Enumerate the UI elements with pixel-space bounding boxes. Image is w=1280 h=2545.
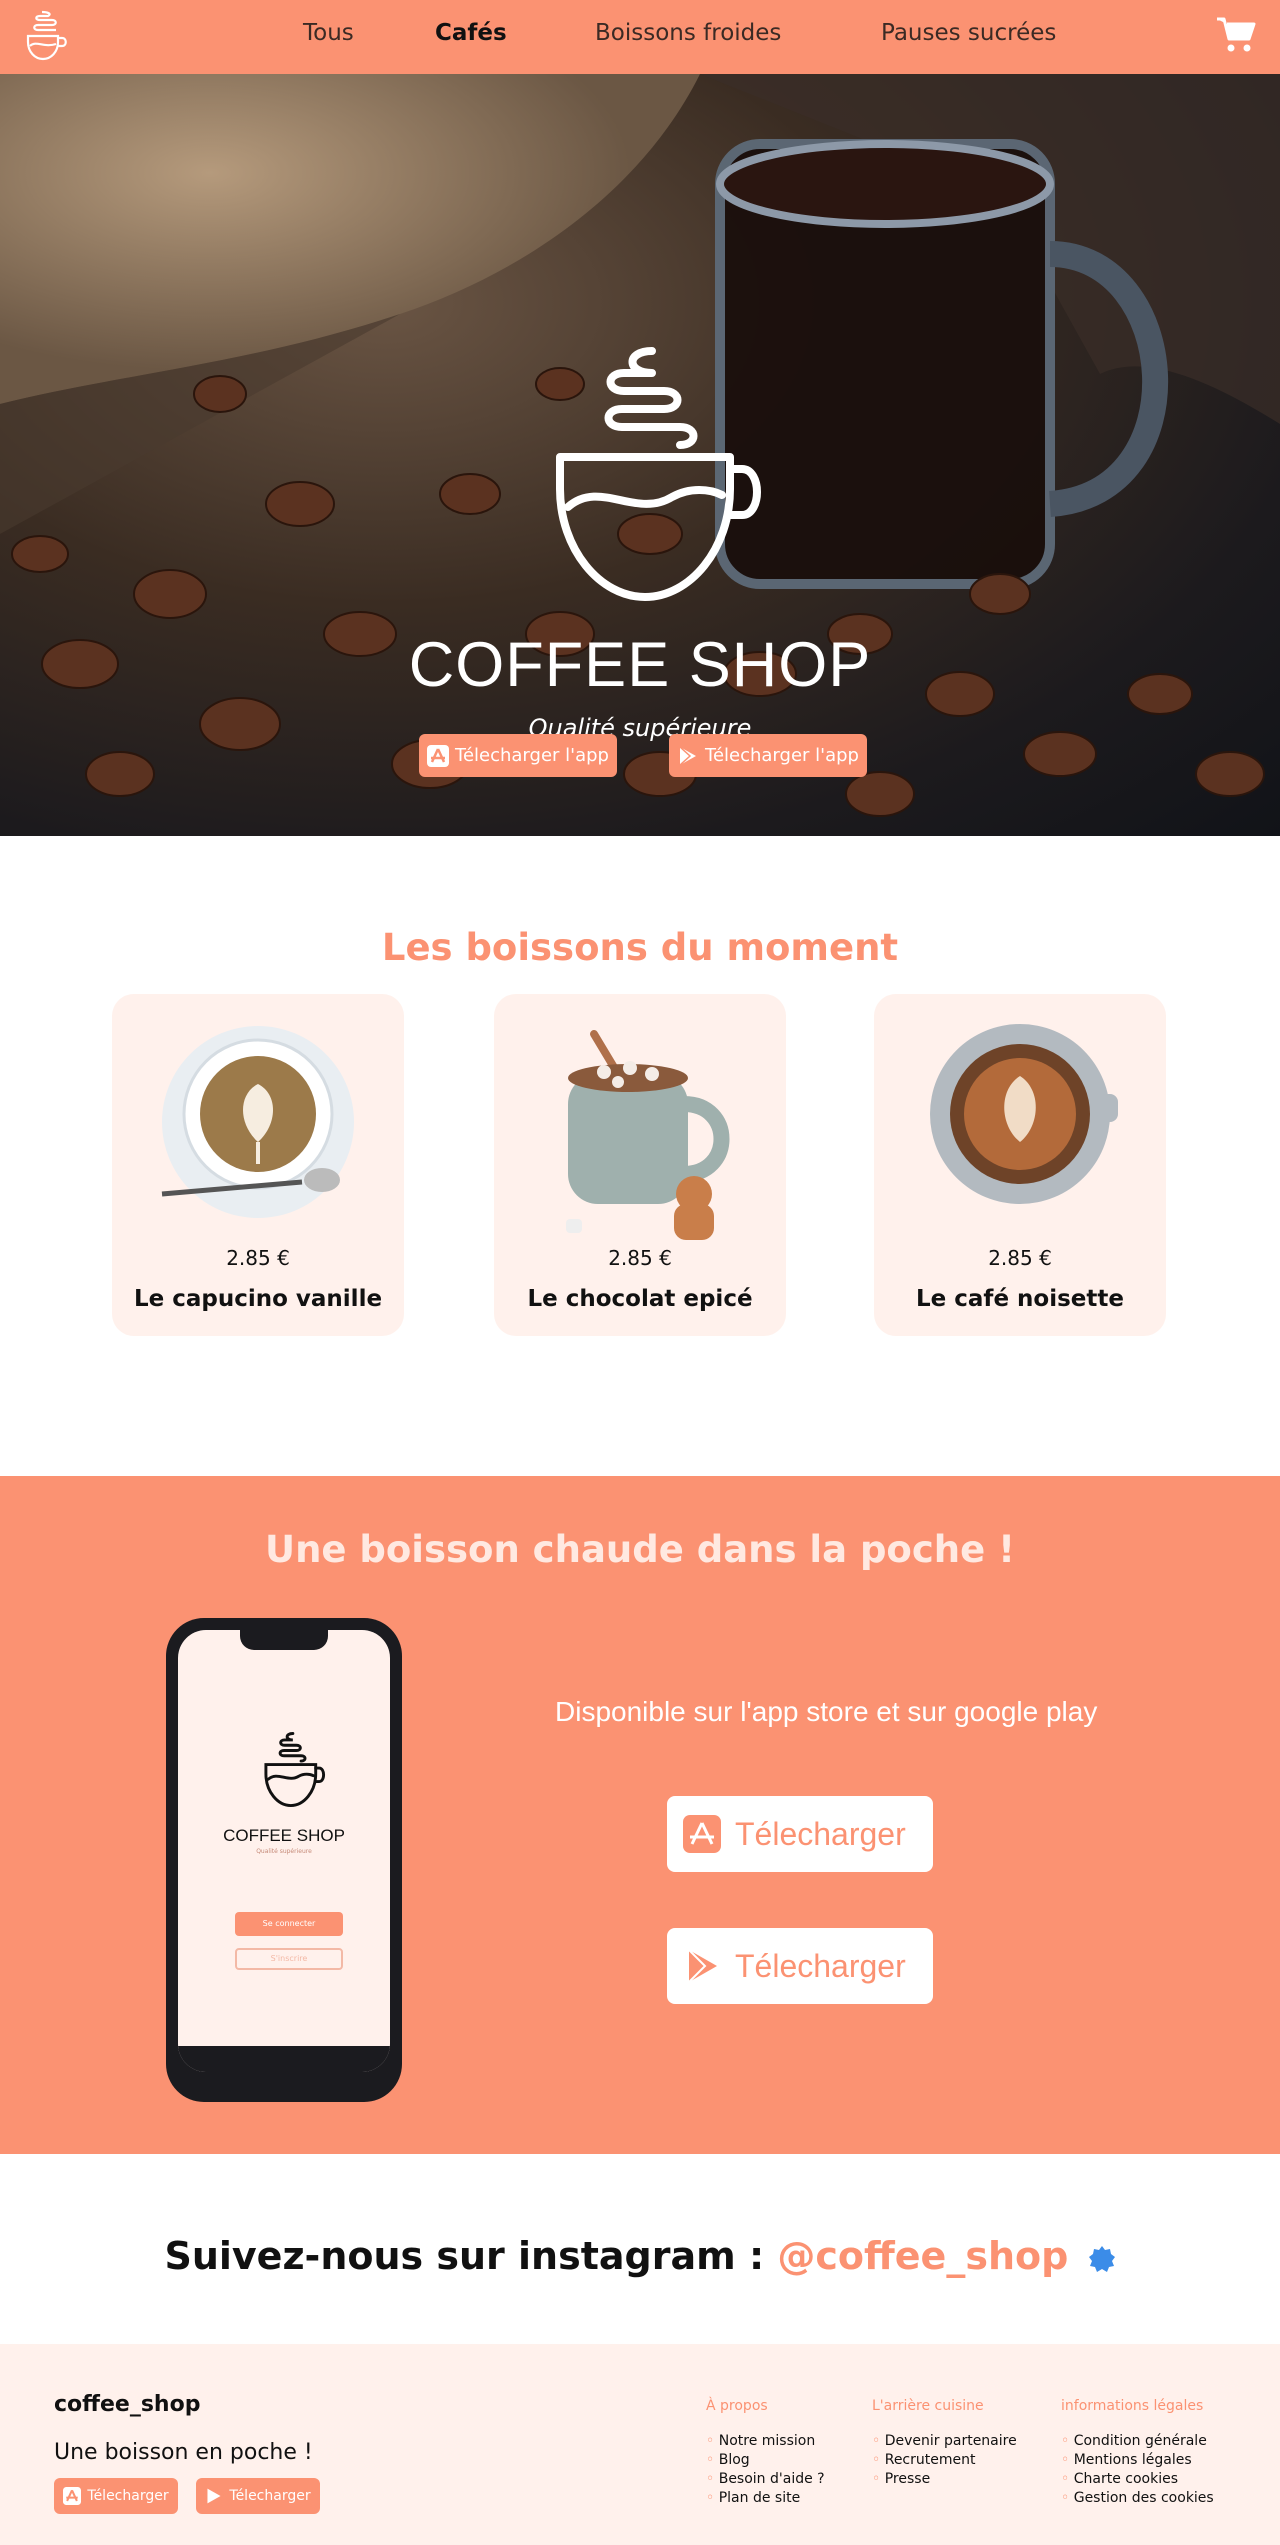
tab-cafes[interactable]: Cafés	[435, 20, 507, 46]
footer-link[interactable]: Charte cookies	[1061, 2470, 1214, 2489]
coffee-cup-logo-icon[interactable]	[20, 6, 70, 68]
noisette-image	[930, 1024, 1118, 1204]
hero-google-play-label: Télecharger l'app	[705, 745, 859, 766]
app-store-download-button[interactable]: Télecharger	[667, 1796, 933, 1872]
instagram-section: Suivez-nous sur instagram : @coffee_shop	[0, 2154, 1280, 2344]
hero-app-store-label: Télecharger l'app	[455, 745, 609, 766]
moment-section: Les boissons du moment 2.85 € Le capucin…	[0, 836, 1280, 1476]
instagram-handle-link[interactable]: @coffee_shop	[777, 2234, 1068, 2278]
phone-tagline: Qualité supérieure	[256, 1848, 312, 1855]
footer-google-play-button[interactable]: Télecharger	[196, 2478, 320, 2514]
hero-banner: COFFEE SHOP Qualité supérieure Télecharg…	[0, 74, 1280, 836]
footer-app-store-label: Télecharger	[87, 2488, 169, 2504]
footer-google-play-label: Télecharger	[229, 2488, 311, 2504]
product-card-capucino[interactable]: 2.85 € Le capucino vanille	[112, 994, 404, 1336]
tab-tous[interactable]: Tous	[303, 20, 354, 46]
footer-link[interactable]: Besoin d'aide ?	[706, 2470, 825, 2489]
footer: coffee_shop Une boisson en poche ! Télec…	[0, 2344, 1280, 2545]
app-store-icon	[63, 2487, 82, 2505]
product-name: Le chocolat epicé	[527, 1286, 753, 1312]
product-price: 2.85 €	[226, 1246, 290, 1270]
footer-brand: coffee_shop	[54, 2392, 201, 2417]
instagram-prefix: Suivez-nous sur instagram :	[164, 2234, 778, 2278]
app-store-icon	[683, 1815, 721, 1853]
top-nav: Tous Cafés Boissons froides Pauses sucré…	[0, 0, 1280, 74]
instagram-line: Suivez-nous sur instagram : @coffee_shop	[0, 2234, 1280, 2278]
google-play-download-button[interactable]: Télecharger	[667, 1928, 933, 2004]
footer-col-informations-legales: informations légales Condition générale …	[1061, 2398, 1214, 2508]
phone-signup-button[interactable]: S'inscrire	[235, 1948, 343, 1970]
footer-col-apropos: À propos Notre mission Blog Besoin d'aid…	[706, 2398, 825, 2508]
app-store-label: Télecharger	[735, 1815, 906, 1852]
footer-link[interactable]: Mentions légales	[1061, 2451, 1214, 2470]
footer-col-arriere-cuisine: L'arrière cuisine Devenir partenaire Rec…	[872, 2398, 1017, 2489]
phone-brand: COFFEE SHOP	[223, 1826, 345, 1845]
tab-pauses-sucrees[interactable]: Pauses sucrées	[881, 20, 1056, 46]
footer-link[interactable]: Notre mission	[706, 2432, 825, 2451]
hero-app-store-button[interactable]: Télecharger l'app	[419, 734, 617, 777]
footer-link[interactable]: Plan de site	[706, 2489, 825, 2508]
tab-boissons-froides[interactable]: Boissons froides	[595, 20, 781, 46]
coffee-shop-logo-icon	[556, 347, 761, 601]
product-name: Le café noisette	[916, 1286, 1124, 1312]
product-price: 2.85 €	[608, 1246, 672, 1270]
product-card-chocolat[interactable]: 2.85 € Le chocolat epicé	[494, 994, 786, 1336]
hero-brand: COFFEE SHOP	[408, 630, 872, 700]
footer-tagline: Une boisson en poche !	[54, 2440, 313, 2465]
footer-link[interactable]: Blog	[706, 2451, 825, 2470]
phone-mockup: COFFEE SHOP Qualité supérieure Se connec…	[166, 1618, 402, 2102]
google-play-icon	[207, 2488, 221, 2504]
footer-col-title: informations légales	[1061, 2398, 1204, 2414]
app-availability-text: Disponible sur l'app store et sur google…	[555, 1696, 1098, 1727]
phone-login-button[interactable]: Se connecter	[235, 1912, 343, 1936]
footer-link[interactable]: Devenir partenaire	[872, 2432, 1017, 2451]
footer-app-store-button[interactable]: Télecharger	[54, 2478, 178, 2514]
verified-badge-icon	[1088, 2245, 1115, 2272]
product-card-noisette[interactable]: 2.85 € Le café noisette	[874, 994, 1166, 1336]
app-title: Une boisson chaude dans la poche !	[265, 1528, 1015, 1571]
hero-google-play-button[interactable]: Télecharger l'app	[669, 734, 867, 777]
footer-link[interactable]: Gestion des cookies	[1061, 2489, 1214, 2508]
phone-screen: COFFEE SHOP Qualité supérieure Se connec…	[178, 1630, 390, 2072]
phone-bottom-bar	[178, 2046, 390, 2072]
product-price: 2.85 €	[988, 1246, 1052, 1270]
footer-link[interactable]: Condition générale	[1061, 2432, 1214, 2451]
product-name: Le capucino vanille	[133, 1286, 383, 1312]
footer-col-title: L'arrière cuisine	[872, 2398, 984, 2414]
app-store-icon	[427, 744, 450, 767]
google-play-icon	[679, 745, 697, 766]
capucino-image	[161, 1026, 354, 1218]
footer-link[interactable]: Recrutement	[872, 2451, 1017, 2470]
footer-col-title: À propos	[706, 2398, 768, 2414]
app-download-section: Une boisson chaude dans la poche ! COFFE…	[0, 1476, 1280, 2154]
google-play-icon	[688, 1949, 717, 1983]
footer-link[interactable]: Presse	[872, 2470, 1017, 2489]
moment-title: Les boissons du moment	[381, 926, 899, 969]
phone-logo-icon	[264, 1732, 326, 1808]
chocolat-image	[566, 1030, 730, 1240]
phone-notch	[240, 1628, 328, 1650]
hero-tagline: Qualité supérieure	[528, 714, 752, 742]
google-play-label: Télecharger	[735, 1947, 906, 1984]
cart-icon[interactable]	[1216, 16, 1256, 54]
